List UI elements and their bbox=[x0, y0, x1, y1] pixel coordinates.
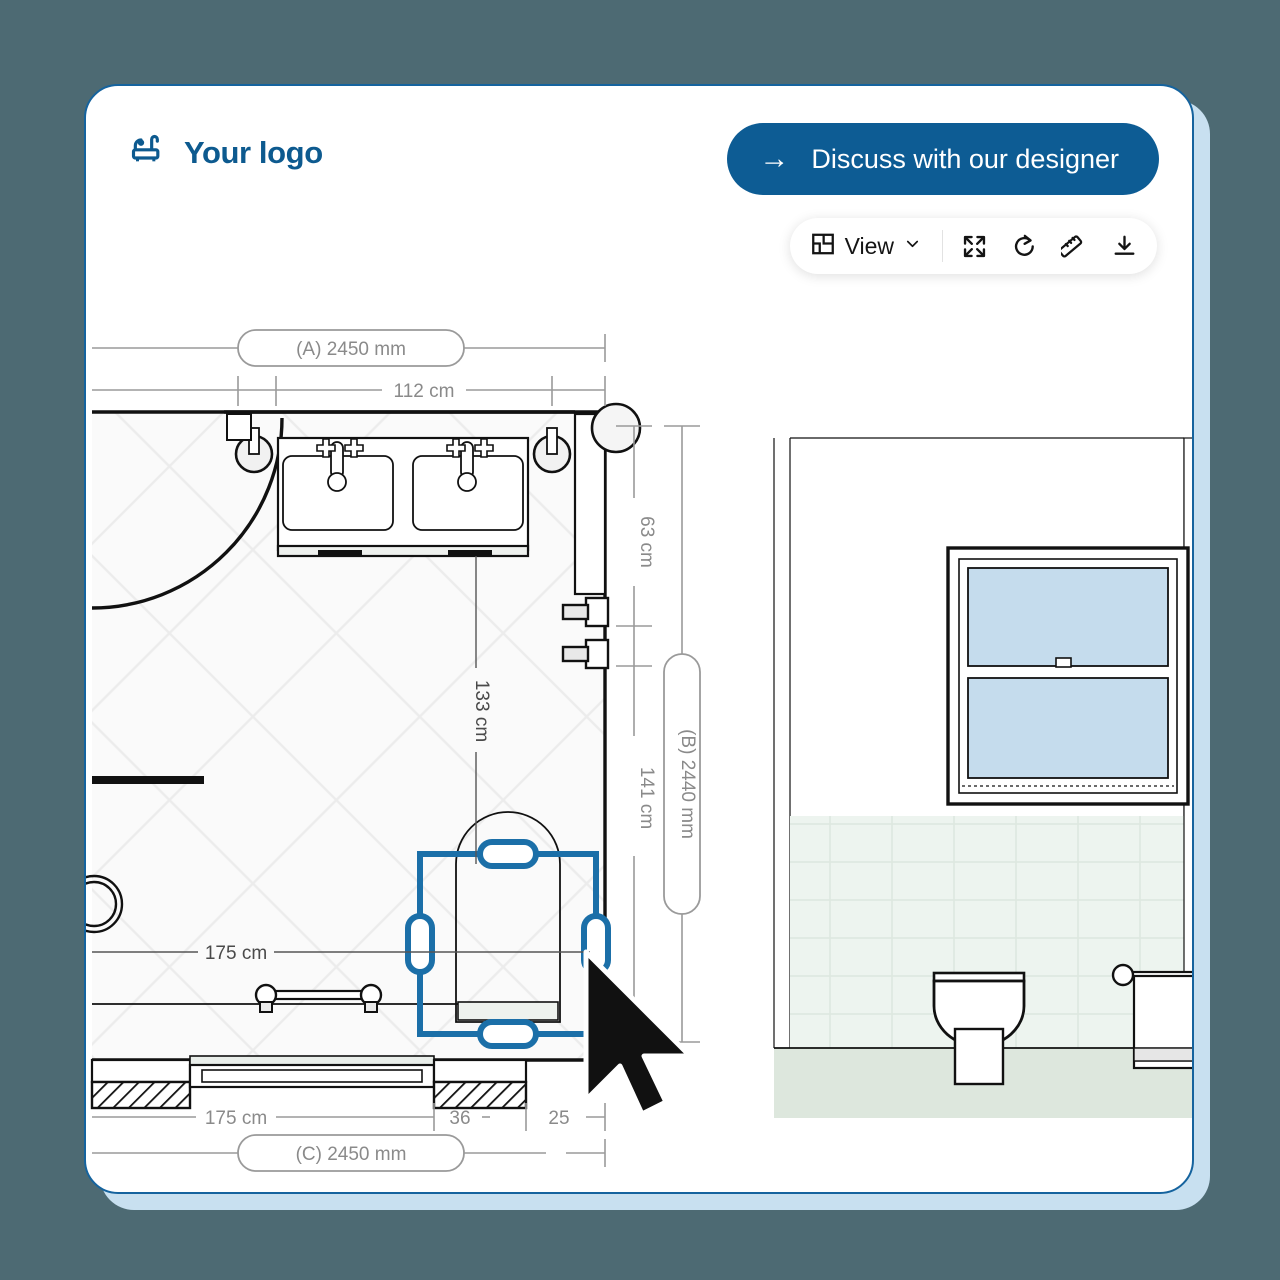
selection-handle-bottom bbox=[477, 1019, 539, 1049]
dim-right-overall: (B) 2440 mm bbox=[677, 729, 698, 839]
cta-label: Discuss with our designer bbox=[811, 143, 1119, 174]
design-canvas[interactable]: (A) 2450 mm 112 cm 63 cm 141 cm (B) 2440… bbox=[86, 216, 1192, 1192]
dim-right-lower: 141 cm bbox=[636, 767, 657, 829]
app-header: Your logo → Discuss with our designer bbox=[86, 86, 1192, 216]
dim-top-overall: (A) 2450 mm bbox=[296, 339, 406, 360]
arrow-cursor bbox=[583, 949, 693, 1117]
window-pane-upper bbox=[967, 567, 1169, 667]
double-hung-window bbox=[946, 546, 1190, 806]
towel-bar bbox=[92, 776, 204, 784]
floor-plan-group bbox=[86, 402, 642, 1110]
corner-post bbox=[573, 402, 642, 596]
dim-bottom-seg-36: 36 bbox=[449, 1108, 470, 1129]
screenshot-root: Your logo → Discuss with our designer Vi… bbox=[0, 0, 1280, 1280]
dim-left-horizontal: 175 cm bbox=[205, 943, 267, 964]
discuss-with-designer-button[interactable]: → Discuss with our designer bbox=[727, 123, 1159, 195]
dim-bottom-inner: 175 cm bbox=[205, 1108, 267, 1129]
arrow-right-icon: → bbox=[759, 142, 790, 175]
logo-text: Your logo bbox=[184, 134, 323, 170]
dim-top-inner: 112 cm bbox=[394, 381, 455, 402]
elevation-view-group bbox=[773, 437, 1192, 1118]
selection-handle-top bbox=[477, 839, 539, 869]
dim-right-upper: 63 cm bbox=[636, 516, 657, 568]
window-pane-lower bbox=[967, 677, 1169, 779]
app-card: Your logo → Discuss with our designer Vi… bbox=[84, 84, 1194, 1194]
dim-center-vertical: 133 cm bbox=[471, 680, 492, 742]
bathtub-icon bbox=[130, 130, 170, 175]
selection-handle-left bbox=[405, 913, 435, 975]
window-latch bbox=[1055, 657, 1072, 668]
dim-bottom-seg-25: 25 bbox=[548, 1108, 569, 1129]
double-vanity bbox=[276, 436, 530, 558]
brand-logo[interactable]: Your logo bbox=[130, 130, 323, 175]
dim-bottom-overall: (C) 2450 mm bbox=[296, 1144, 407, 1165]
window-bottom-wall bbox=[90, 1055, 528, 1110]
